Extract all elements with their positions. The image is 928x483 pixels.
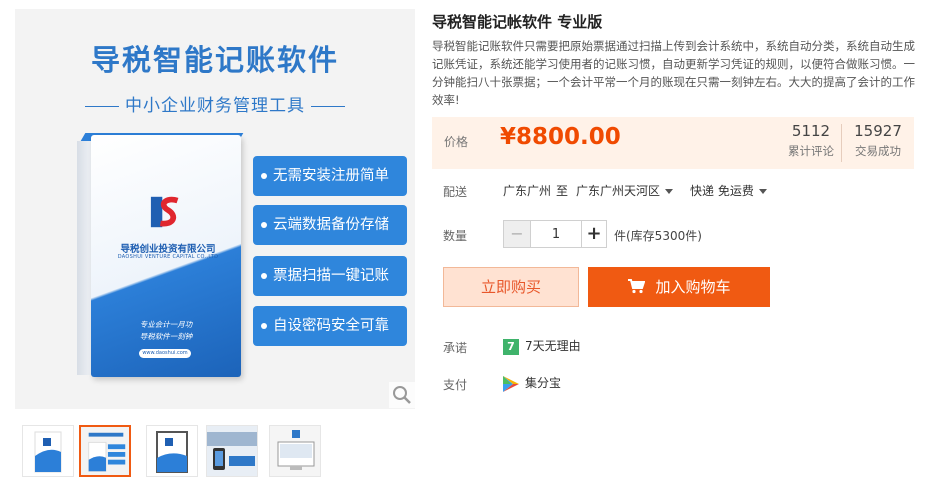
thumbnail[interactable] [22,425,74,477]
reviews-stat[interactable]: 5112 累计评论 [784,122,838,159]
chevron-down-icon [665,189,674,194]
cart-icon [628,279,646,294]
software-box: 导税创业投资有限公司 DAOSHUI VENTURE CAPITAL CO.,L… [77,127,244,377]
feature-badge: 自设密码安全可靠 [253,306,407,346]
reviews-label: 累计评论 [788,144,834,158]
sales-stat: 15927 交易成功 [850,122,906,159]
feature-badge: 云端数据备份存储 [253,205,407,245]
feature-badge: 票据扫描一键记账 [253,256,407,296]
feature-badge: 无需安装注册简单 [253,156,407,196]
quantity-input[interactable] [530,221,582,247]
payment-method[interactable]: 集分宝 [503,374,561,392]
payment-label: 支付 [443,378,468,392]
main-product-image[interactable]: 导税智能记账软件 中小企业财务管理工具 导税创业投资有限公司 DAOSHUI V… [15,9,415,409]
chevron-down-icon [758,189,767,194]
company-logo-icon [150,196,179,228]
ship-to-select[interactable]: 广东广州天河区 [576,182,674,199]
ship-from: 广东广州 [503,184,552,198]
shipping-label: 配送 [443,185,468,199]
thumbnail[interactable] [146,425,198,477]
thumbnail[interactable] [269,425,321,477]
stat-divider [841,124,842,162]
quantity-increase-button[interactable]: + [582,221,606,247]
ship-method-select[interactable]: 快递 免运费 [690,182,767,199]
stock-text: 件(库存5300件) [614,229,702,243]
image-title: 导税智能记账软件 [90,43,339,77]
box-company-name: 导税创业投资有限公司 [120,244,216,255]
quantity-decrease-button[interactable]: − [504,221,530,247]
return-policy[interactable]: 7 7天无理由 [503,337,581,355]
box-slogan: 专业会计一月功 导税软件一刻钟 [139,320,193,341]
ship-to-word: 至 [556,184,569,198]
thumbnail[interactable] [206,425,258,477]
quantity-stepper: − + [503,220,607,248]
image-subtitle: 中小企业财务管理工具 [15,91,415,116]
price-panel: 价格 ¥8800.00 5112 累计评论 15927 交易成功 [432,117,914,169]
buy-now-button[interactable]: 立即购买 [443,267,579,307]
sales-label: 交易成功 [855,144,901,158]
quantity-label: 数量 [443,229,468,243]
price-value: ¥8800.00 [500,124,621,150]
sales-count: 15927 [854,122,902,140]
seven-day-return-icon: 7 [503,338,519,355]
product-title: 导税智能记帐软件 专业版 [432,13,603,31]
box-company-name-en: DAOSHUI VENTURE CAPITAL CO.,LTD [117,254,219,260]
thumbnail[interactable] [79,425,131,477]
reviews-count: 5112 [791,122,831,140]
product-description: 导税智能记账软件只需要把原始票据通过扫描上传到会计系统中，系统自动分类，系统自动… [432,39,915,107]
jifenbao-icon [503,375,519,392]
pledge-label: 承诺 [443,341,468,355]
add-to-cart-button[interactable]: 加入购物车 [588,267,770,307]
box-website: www.daoshui.com [139,349,191,358]
zoom-icon[interactable] [389,382,415,408]
price-label: 价格 [444,135,469,149]
